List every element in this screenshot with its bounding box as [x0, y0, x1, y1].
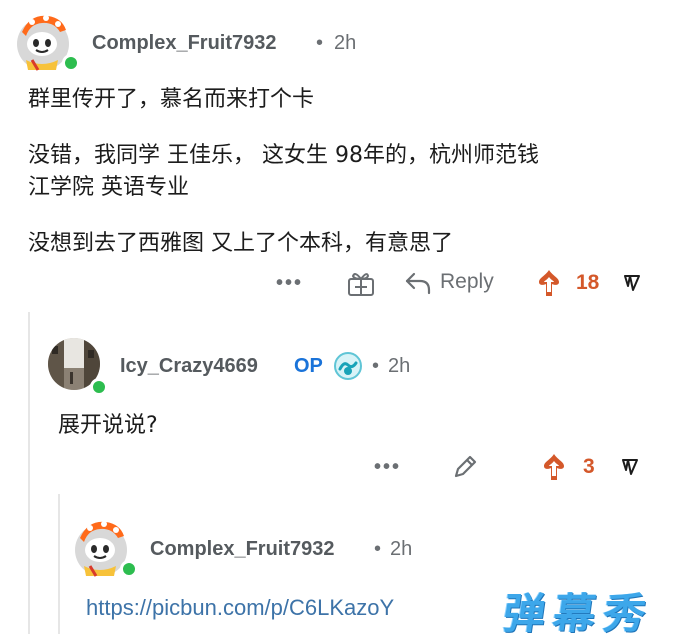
downvote-button[interactable] — [620, 456, 640, 482]
reply-label: Reply — [440, 270, 494, 293]
edit-button[interactable] — [450, 452, 480, 486]
downvote-icon — [624, 275, 640, 291]
more-icon[interactable]: ••• — [276, 272, 303, 295]
achievement-badge-icon[interactable] — [333, 351, 363, 385]
online-dot — [120, 560, 138, 578]
reply-icon — [405, 272, 431, 295]
comment-text-line: 没想到去了西雅图 又上了个本科，有意思了 — [28, 231, 453, 256]
watermark: 弹幕秀 — [500, 589, 658, 638]
meta-separator: • — [372, 355, 380, 377]
comment-username[interactable]: Complex_Fruit7932 — [92, 32, 277, 55]
upvote-icon — [539, 270, 559, 296]
meta-separator: • — [374, 538, 382, 560]
vote-score: 18 — [576, 271, 600, 294]
comment-link[interactable]: https://picbun.com/p/C6LKazoY — [86, 595, 394, 621]
upvote-button[interactable] — [536, 268, 562, 302]
online-dot — [90, 378, 108, 396]
more-icon[interactable]: ••• — [374, 456, 401, 479]
vote-score: 3 — [583, 455, 595, 478]
comment-text-line: 展开说说? — [58, 413, 158, 438]
thread-line-level-1 — [28, 312, 30, 634]
op-badge: OP — [294, 355, 323, 377]
comment-time: 2h — [388, 355, 411, 377]
downvote-icon — [622, 459, 638, 475]
comment-text-line: 江学院 英语专业 — [28, 175, 189, 200]
comment-username[interactable]: Complex_Fruit7932 — [150, 538, 335, 561]
meta-separator: • — [316, 32, 324, 54]
reply-button[interactable]: Reply — [404, 268, 504, 298]
snoo-avatar[interactable] — [12, 10, 80, 72]
comment-text-line: 群里传开了，慕名而来打个卡 — [28, 87, 315, 112]
comment-text-line: 没错，我同学 王佳乐， 这女生 98年的，杭州师范钱 — [28, 143, 539, 168]
online-dot — [62, 54, 80, 72]
snoo-avatar[interactable] — [70, 516, 138, 578]
comment-username[interactable]: Icy_Crazy4669 — [120, 355, 258, 378]
upvote-icon — [544, 454, 564, 480]
award-icon[interactable] — [346, 268, 376, 302]
upvote-button[interactable] — [541, 452, 567, 486]
downvote-button[interactable] — [622, 272, 642, 298]
thread-line-level-2 — [58, 494, 60, 634]
comment-time: 2h — [334, 32, 357, 54]
comment-time: 2h — [390, 538, 413, 560]
edit-icon — [454, 455, 477, 478]
